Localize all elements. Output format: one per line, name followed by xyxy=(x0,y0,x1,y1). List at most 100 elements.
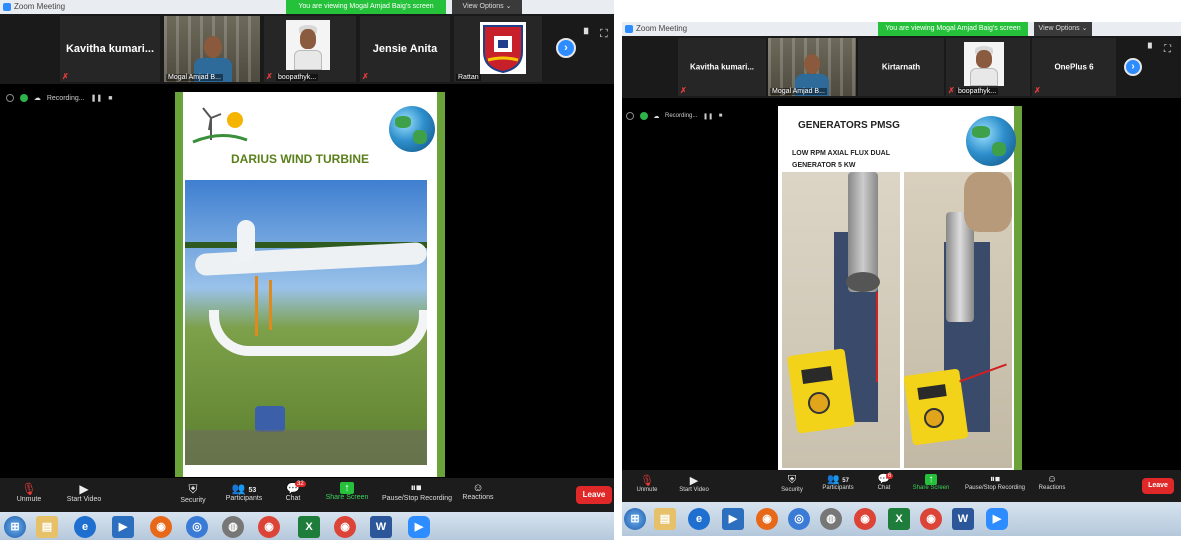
participant-tile[interactable]: Mogal Amjad B... xyxy=(768,38,856,96)
unmute-label: Unmute xyxy=(16,496,42,503)
gallery-strip: Kavitha kumari... ✗ Mogal Amjad B... Kir… xyxy=(622,36,1181,98)
next-page-button[interactable]: › xyxy=(556,38,576,58)
start-orb-icon[interactable]: ⊞ xyxy=(4,516,26,538)
participant-tile[interactable]: Kavitha kumari... ✗ xyxy=(678,38,766,96)
zoom-window-left: Zoom Meeting You are viewing Mogal Amjad… xyxy=(0,0,614,540)
video-off-icon: ▶ xyxy=(79,482,89,496)
chrome-profile-icon[interactable]: ◉ xyxy=(920,508,942,530)
reactions-label: Reactions xyxy=(1038,485,1066,491)
meeting-controls: 🎙 Unmute ▶ Start Video ⛨ Security 👥 57 P… xyxy=(622,470,1181,502)
mic-muted-icon: ✗ xyxy=(362,72,369,81)
word-icon[interactable]: W xyxy=(370,516,392,538)
reactions-button[interactable]: ☺ Reactions xyxy=(458,482,498,501)
media-player-icon[interactable]: ▶ xyxy=(112,516,134,538)
info-icon[interactable] xyxy=(626,112,634,120)
security-button[interactable]: ⛨ Security xyxy=(776,474,808,493)
leave-button[interactable]: Leave xyxy=(576,486,612,504)
participant-caption: boopathyk... xyxy=(276,74,319,81)
info-icon[interactable] xyxy=(6,94,14,102)
file-explorer-icon[interactable]: ▤ xyxy=(36,516,58,538)
participant-tile[interactable]: ✗ boopathyk... xyxy=(946,38,1030,96)
share-screen-button[interactable]: ↑ Share Screen xyxy=(324,482,370,501)
shield-green-icon[interactable] xyxy=(639,112,648,120)
firefox-icon[interactable]: ◉ xyxy=(756,508,778,530)
stop-recording-icon[interactable]: ■ xyxy=(108,95,112,102)
pause-stop-recording-button[interactable]: ⏸⏹ Pause/Stop Recording xyxy=(382,482,452,502)
window-title: Zoom Meeting xyxy=(14,2,66,11)
chat-button[interactable]: 💬 Chat 6 xyxy=(872,473,896,491)
internet-explorer-icon[interactable]: e xyxy=(74,516,96,538)
start-video-button[interactable]: ▶ Start Video xyxy=(674,474,714,493)
participant-caption: boopathyk... xyxy=(956,88,999,95)
chrome-profile-icon[interactable]: ◉ xyxy=(334,516,356,538)
shield-icon: ⛨ xyxy=(787,474,797,486)
windows-taskbar: ⊞ ▤ e ▶ ◉ ◎ ◍ ◉ X ◉ W ▶ xyxy=(622,502,1181,536)
participants-label: Participants xyxy=(225,495,263,502)
stop-recording-icon[interactable]: ■ xyxy=(719,113,723,119)
excel-icon[interactable]: X xyxy=(888,508,910,530)
chrome-icon[interactable]: ◉ xyxy=(854,508,876,530)
participant-tile[interactable]: Kirtarnath xyxy=(858,38,944,96)
zoom-app-icon[interactable]: ▶ xyxy=(986,508,1008,530)
globe-icon xyxy=(389,106,435,152)
media-center-icon[interactable]: ◍ xyxy=(820,508,842,530)
fullscreen-icon[interactable]: ⛶ xyxy=(1164,44,1171,55)
generator-photo-left xyxy=(782,172,900,468)
layout-icon[interactable]: ▘ xyxy=(584,28,592,41)
shield-green-icon[interactable] xyxy=(19,94,28,102)
start-orb-icon[interactable]: ⊞ xyxy=(624,508,646,530)
security-button[interactable]: ⛨ Security xyxy=(176,482,210,504)
share-screen-label: Share Screen xyxy=(325,494,369,501)
view-options-button[interactable]: View Options ⌄ xyxy=(452,0,522,14)
slide-subtitle-2: GENERATOR 5 KW xyxy=(792,162,856,169)
window-title: Zoom Meeting xyxy=(636,24,688,33)
chat-button[interactable]: 💬 Chat 32 xyxy=(280,481,306,502)
pause-recording-icon[interactable]: ❚❚ xyxy=(91,94,103,102)
internet-explorer-icon[interactable]: e xyxy=(688,508,710,530)
shared-slide: DARIUS WIND TURBINE xyxy=(175,92,445,477)
chrome-icon[interactable]: ◉ xyxy=(258,516,280,538)
reactions-button[interactable]: ☺ Reactions xyxy=(1034,474,1070,491)
view-options-button[interactable]: View Options ⌄ xyxy=(1034,22,1092,36)
excel-icon[interactable]: X xyxy=(298,516,320,538)
fullscreen-icon[interactable]: ⛶ xyxy=(600,28,608,41)
mic-muted-icon: 🎙 xyxy=(21,482,37,496)
firefox-icon[interactable]: ◉ xyxy=(150,516,172,538)
chrome-blue-icon[interactable]: ◎ xyxy=(186,516,208,538)
layout-icon[interactable]: ▘ xyxy=(1148,44,1156,55)
media-player-icon[interactable]: ▶ xyxy=(722,508,744,530)
participant-tile[interactable]: OnePlus 6 ✗ xyxy=(1032,38,1116,96)
chrome-blue-icon[interactable]: ◎ xyxy=(788,508,810,530)
unmute-button[interactable]: 🎙 Unmute xyxy=(632,474,662,493)
participant-tile[interactable]: Jensie Anita ✗ xyxy=(360,16,450,82)
participant-tile[interactable]: Mogal Amjad B... xyxy=(164,16,260,82)
participant-tile[interactable]: Rattan xyxy=(454,16,542,82)
leave-button[interactable]: Leave xyxy=(1142,478,1174,494)
mic-muted-icon: ✗ xyxy=(62,72,69,81)
share-screen-icon: ↑ xyxy=(340,482,354,494)
next-page-button[interactable]: › xyxy=(1124,58,1142,76)
participant-name: Jensie Anita xyxy=(372,43,438,55)
media-center-icon[interactable]: ◍ xyxy=(222,516,244,538)
recording-bar: ☁ Recording... ❚❚ ■ xyxy=(626,112,726,120)
people-icon: 👥 57 xyxy=(827,474,849,485)
gallery-strip: Kavitha kumari... ✗ Mogal Amjad B... ✗ b… xyxy=(0,14,614,84)
participant-tile[interactable]: Kavitha kumari... ✗ xyxy=(60,16,160,82)
unmute-button[interactable]: 🎙 Unmute xyxy=(12,482,46,503)
participants-button[interactable]: 👥 53 Participants xyxy=(222,482,266,502)
pause-stop-recording-button[interactable]: ⏸⏹ Pause/Stop Recording xyxy=(964,474,1026,491)
pause-recording-icon[interactable]: ❚❚ xyxy=(703,113,713,120)
zoom-window-right: Zoom Meeting You are viewing Mogal Amjad… xyxy=(622,0,1181,536)
smiley-icon: ☺ xyxy=(1046,474,1058,485)
start-video-button[interactable]: ▶ Start Video xyxy=(62,482,106,503)
participant-tile[interactable]: ✗ boopathyk... xyxy=(264,16,356,82)
participant-name: OnePlus 6 xyxy=(1054,62,1094,72)
zoom-app-icon[interactable]: ▶ xyxy=(408,516,430,538)
participant-photo xyxy=(964,42,1004,86)
unmute-label: Unmute xyxy=(636,487,658,493)
globe-icon xyxy=(966,116,1016,166)
word-icon[interactable]: W xyxy=(952,508,974,530)
participants-button[interactable]: 👥 57 Participants xyxy=(818,474,858,491)
file-explorer-icon[interactable]: ▤ xyxy=(654,508,676,530)
share-screen-button[interactable]: ↑ Share Screen xyxy=(910,474,952,491)
